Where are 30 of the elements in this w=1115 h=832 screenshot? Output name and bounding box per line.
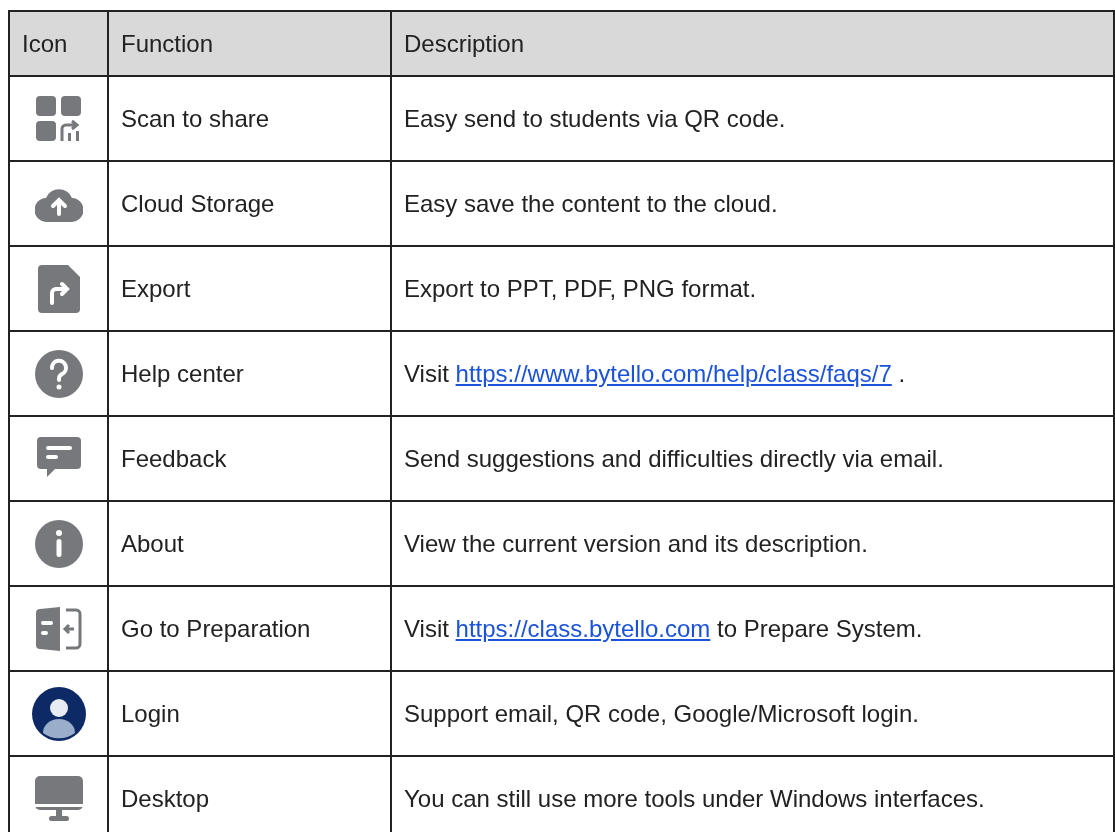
function-cell-text: Export	[121, 273, 191, 304]
help-icon	[34, 349, 83, 398]
link[interactable]: https://class.bytello.com	[455, 614, 711, 642]
function-cell-text: Scan to share	[121, 103, 270, 134]
function-cell-text: Login	[121, 698, 180, 729]
monitor-icon	[34, 775, 83, 822]
function-cell-text: Feedback	[121, 443, 227, 474]
link[interactable]: https://www.bytello.com/help/class/faqs/7	[455, 359, 892, 387]
description-cell-text: Visit https://class.bytello.com to Prepare System.	[404, 613, 923, 644]
column-header: Icon	[22, 28, 68, 59]
qr-share-icon	[35, 95, 82, 142]
info-icon	[34, 519, 83, 568]
description-cell-text: View the current version and its description.	[404, 528, 868, 559]
switch-panel-icon	[35, 606, 82, 651]
function-cell-text: Help center	[121, 358, 244, 389]
document-arrow-icon	[37, 264, 80, 313]
function-cell-text: About	[121, 528, 184, 559]
column-header: Function	[121, 28, 214, 59]
description-cell-text: Easy send to students via QR code.	[404, 103, 786, 134]
description-cell-text: You can still use more tools under Windows interfaces.	[404, 783, 985, 814]
function-cell-text: Desktop	[121, 783, 210, 814]
function-cell-text: Go to Preparation	[121, 613, 311, 644]
description-cell-text: Send suggestions and difficulties directly via email.	[404, 443, 944, 474]
function-cell-text: Cloud Storage	[121, 188, 275, 219]
user-avatar-icon	[31, 686, 86, 741]
description-cell-text: Visit https://www.bytello.com/help/class/faqs/7 .	[404, 358, 906, 389]
description-cell-text: Export to PPT, PDF, PNG format.	[404, 273, 757, 304]
description-cell-text: Support email, QR code, Google/Microsoft login.	[404, 698, 919, 729]
column-header: Description	[404, 28, 525, 59]
description-cell-text: Easy save the content to the cloud.	[404, 188, 778, 219]
